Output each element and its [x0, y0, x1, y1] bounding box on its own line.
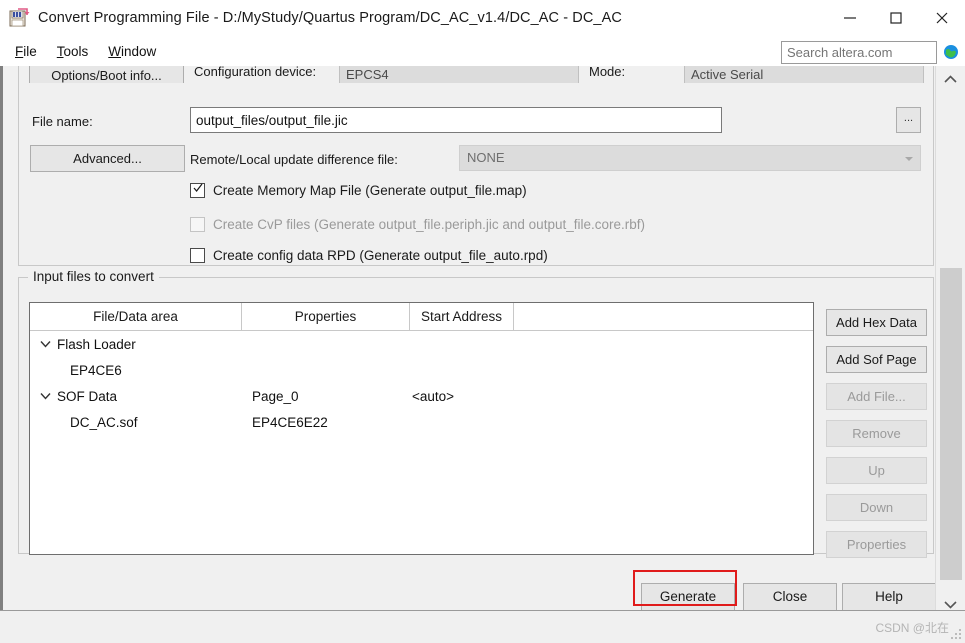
scroll-up-icon[interactable]	[936, 68, 965, 90]
row-start-address-cell	[410, 357, 514, 383]
row-name-cell: SOF Data	[30, 383, 242, 409]
row-properties-cell	[242, 357, 410, 383]
remote-local-update-label: Remote/Local update difference file:	[190, 152, 398, 167]
maximize-button[interactable]	[873, 0, 919, 36]
title-bar: Convert Programming File - D:/MyStudy/Qu…	[0, 0, 965, 36]
vertical-scrollbar[interactable]	[935, 66, 965, 643]
create-cvp-files-checkbox	[190, 217, 205, 232]
menu-window-mnemonic: W	[108, 43, 122, 59]
row-start-address-cell	[410, 331, 514, 357]
close-button-bottom[interactable]: Close	[743, 583, 837, 611]
options-boot-info-button[interactable]: Options/Boot info...	[29, 66, 184, 83]
scrollbar-thumb[interactable]	[940, 268, 962, 580]
row-name-cell: EP4CE6	[70, 362, 122, 378]
input-files-group-label: Input files to convert	[28, 269, 159, 284]
chevron-down-icon[interactable]	[38, 389, 52, 403]
globe-icon[interactable]	[943, 44, 959, 60]
window-title: Convert Programming File - D:/MyStudy/Qu…	[38, 10, 622, 26]
menu-tools-mnemonic: T	[56, 43, 64, 59]
minimize-button[interactable]	[827, 0, 873, 36]
status-bar: CSDN @北在	[0, 610, 965, 643]
create-cvp-files-row: Create CvP files (Generate output_file.p…	[190, 217, 645, 232]
file-name-input[interactable]	[191, 108, 721, 132]
create-memory-map-file-label: Create Memory Map File (Generate output_…	[213, 183, 527, 198]
remote-local-update-select[interactable]: NONE	[459, 145, 921, 171]
table-row[interactable]: EP4CE6	[30, 357, 813, 383]
create-config-data-rpd-label: Create config data RPD (Generate output_…	[213, 248, 548, 263]
configuration-device-select[interactable]: EPCS4	[339, 66, 579, 83]
create-config-data-rpd-checkbox[interactable]	[190, 248, 205, 263]
advanced-button[interactable]: Advanced...	[30, 145, 185, 172]
scroll-content: Options/Boot info... Configuration devic…	[3, 66, 935, 643]
row-properties-cell: Page_0	[252, 388, 299, 404]
remote-local-update-value: NONE	[467, 150, 505, 165]
row-name-cell: DC_AC.sof	[70, 414, 138, 430]
menu-window[interactable]: Window	[98, 42, 166, 61]
browse-button[interactable]: ...	[896, 107, 921, 133]
create-memory-map-file-row[interactable]: Create Memory Map File (Generate output_…	[190, 183, 527, 198]
column-header-properties[interactable]: Properties	[242, 303, 410, 330]
input-files-table[interactable]: File/Data area Properties Start Address …	[29, 302, 814, 555]
convert-programming-file-icon	[8, 7, 30, 29]
menu-window-rest: indow	[121, 43, 157, 59]
table-row[interactable]: Flash Loader	[30, 331, 813, 357]
row-name-label: Flash Loader	[57, 336, 136, 352]
file-name-field[interactable]	[190, 107, 722, 133]
menu-file[interactable]: File	[5, 42, 47, 61]
row-properties-cell: EP4CE6E22	[252, 414, 328, 430]
close-button[interactable]	[919, 0, 965, 36]
add-file-button: Add File...	[826, 383, 927, 410]
add-hex-data-button[interactable]: Add Hex Data	[826, 309, 927, 336]
table-row[interactable]: SOF Data Page_0 <auto>	[30, 383, 813, 409]
window-controls	[827, 0, 965, 36]
remove-button: Remove	[826, 420, 927, 447]
chevron-down-icon[interactable]	[38, 337, 52, 351]
check-icon	[193, 183, 203, 192]
table-header-row: File/Data area Properties Start Address	[30, 303, 813, 331]
client-area: Options/Boot info... Configuration devic…	[0, 66, 965, 643]
up-button: Up	[826, 457, 927, 484]
row-properties-cell	[242, 331, 410, 357]
row-start-address-cell: <auto>	[412, 388, 455, 404]
convert-programming-file-window: Convert Programming File - D:/MyStudy/Qu…	[0, 0, 965, 643]
menu-tools[interactable]: Tools	[47, 42, 99, 61]
down-button: Down	[826, 494, 927, 521]
row-name-cell: Flash Loader	[30, 331, 242, 357]
menu-file-rest: ile	[23, 43, 37, 59]
menu-tools-rest: ools	[63, 43, 89, 59]
create-memory-map-file-checkbox[interactable]	[190, 183, 205, 198]
watermark-text: CSDN @北在	[875, 621, 949, 635]
row-start-address-cell	[410, 409, 514, 435]
properties-button: Properties	[826, 531, 927, 558]
generate-button[interactable]: Generate	[641, 583, 735, 611]
search-input[interactable]	[787, 45, 936, 60]
mode-label: Mode:	[589, 66, 626, 79]
resize-grip[interactable]	[951, 629, 962, 640]
row-name-label: SOF Data	[57, 388, 118, 404]
column-header-start-address[interactable]: Start Address	[410, 303, 514, 330]
help-button[interactable]: Help	[842, 583, 935, 611]
menu-file-mnemonic: F	[15, 43, 24, 59]
column-header-blank[interactable]	[514, 303, 813, 330]
table-row[interactable]: DC_AC.sof EP4CE6E22	[30, 409, 813, 435]
file-name-label: File name:	[32, 114, 93, 129]
add-sof-page-button[interactable]: Add Sof Page	[826, 346, 927, 373]
mode-select[interactable]: Active Serial	[684, 66, 924, 83]
search-box[interactable]	[781, 41, 937, 64]
create-config-data-rpd-row[interactable]: Create config data RPD (Generate output_…	[190, 248, 548, 263]
chevron-down-icon	[905, 157, 913, 161]
create-cvp-files-label: Create CvP files (Generate output_file.p…	[213, 217, 645, 232]
output-file-panel: File name: ... Advanced... Remote/Local …	[18, 83, 934, 266]
configuration-device-label: Configuration device:	[194, 66, 317, 79]
clipped-options-row: Options/Boot info... Configuration devic…	[18, 66, 934, 83]
column-header-file-data-area[interactable]: File/Data area	[30, 303, 242, 330]
